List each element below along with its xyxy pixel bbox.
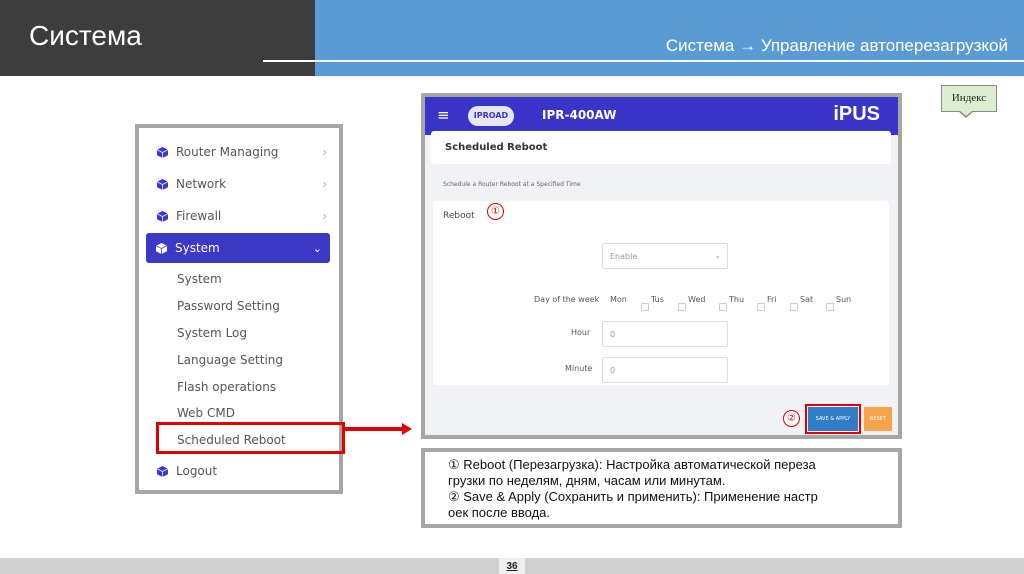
note-line-2: грузки по неделям, дням, часам или минут… — [448, 473, 726, 488]
sidebar-screenshot: Router Managing › Network › Firewall › S… — [135, 124, 345, 494]
submenu-system-log[interactable]: System Log — [177, 326, 247, 340]
day-thu-checkbox[interactable] — [719, 303, 727, 311]
day-thu-label: Thu — [729, 295, 745, 304]
cube-icon — [156, 242, 167, 254]
header-divider — [263, 60, 1024, 62]
hamburger-menu-icon[interactable]: ≡ — [437, 106, 450, 124]
day-tus-checkbox[interactable] — [641, 303, 649, 311]
chevron-right-icon: › — [322, 145, 327, 159]
slide: Система Система → Управление автоперезаг… — [0, 0, 1024, 574]
sidebar-item-firewall[interactable]: Firewall › — [157, 205, 327, 227]
enable-select-value: Enable — [610, 252, 638, 261]
arrow-head-icon — [402, 423, 412, 435]
index-callout-tail-fill — [959, 110, 973, 116]
note-line-1: ① Reboot (Перезагрузка): Настройка автом… — [448, 457, 816, 472]
marker-1: ① — [487, 203, 504, 220]
sidebar-item-label: Firewall — [176, 209, 222, 223]
day-tus-label: Tus — [651, 295, 664, 304]
minute-label: Minute — [565, 364, 593, 373]
chevron-right-icon: › — [322, 177, 327, 191]
router-screenshot: ≡ IPROAD IPR-400AW iPUS Scheduled Reboot… — [421, 93, 902, 439]
router-top-bar: ≡ IPROAD IPR-400AW iPUS — [425, 97, 898, 135]
hour-input[interactable]: 0 — [602, 321, 728, 347]
day-sun-label: Sun — [836, 295, 852, 304]
day-sun-checkbox[interactable] — [826, 303, 834, 311]
note-line-4: оек после ввода. — [448, 505, 550, 520]
header-dark-panel: Система — [0, 0, 315, 76]
sidebar-item-label: Router Managing — [176, 145, 279, 159]
day-wed-checkbox[interactable] — [678, 303, 686, 311]
day-mon-label: Mon — [610, 295, 627, 304]
submenu-system[interactable]: System — [177, 272, 222, 286]
highlight-box — [156, 422, 345, 454]
day-sat-checkbox[interactable] — [790, 303, 798, 311]
note-line-3: ② Save & Apply (Сохранить и применить): … — [448, 489, 818, 504]
index-button[interactable]: Индекс — [941, 85, 997, 112]
router-page-title: Scheduled Reboot — [445, 142, 548, 153]
cube-icon — [157, 178, 168, 190]
cube-icon — [157, 465, 168, 477]
submenu-password-setting[interactable]: Password Setting — [177, 299, 280, 313]
router-title-card: Scheduled Reboot — [431, 131, 891, 164]
submenu-web-cmd[interactable]: Web CMD — [177, 406, 235, 420]
router-description: Schedule a Router Reboot at a Specified … — [443, 181, 581, 188]
cube-icon — [157, 210, 168, 222]
notes-box: ① Reboot (Перезагрузка): Настройка автом… — [421, 448, 902, 528]
chevron-right-icon: › — [322, 209, 327, 223]
sidebar-item-system[interactable]: System ⌄ — [146, 233, 330, 263]
submenu-language-setting[interactable]: Language Setting — [177, 353, 283, 367]
router-model: IPR-400AW — [542, 108, 617, 122]
marker-2: ② — [783, 410, 800, 427]
chevron-down-icon: ⌄ — [312, 241, 322, 255]
sidebar-item-label: System — [175, 241, 220, 255]
sidebar-item-label: Network — [176, 177, 227, 191]
day-fri-checkbox[interactable] — [757, 303, 765, 311]
sidebar-item-logout[interactable]: Logout — [157, 460, 327, 482]
enable-select[interactable]: Enable ⌄ — [602, 243, 728, 269]
reset-button[interactable]: RESET — [864, 407, 892, 431]
submenu-flash-operations[interactable]: Flash operations — [177, 380, 276, 394]
page-number: 36 — [499, 558, 525, 574]
sidebar-item-label: Logout — [176, 464, 218, 478]
day-wed-label: Wed — [688, 295, 706, 304]
router-logo: IPROAD — [468, 106, 514, 126]
day-fri-label: Fri — [767, 295, 777, 304]
brand-logo: iPUS — [833, 103, 880, 125]
chevron-down-icon: ⌄ — [714, 251, 721, 260]
day-sat-label: Sat — [800, 295, 814, 304]
hour-label: Hour — [571, 328, 591, 337]
highlight-box — [805, 404, 861, 434]
reboot-section-label: Reboot — [443, 211, 475, 221]
arrow-right-icon — [343, 427, 403, 431]
sidebar-item-network[interactable]: Network › — [157, 173, 327, 195]
sidebar-item-router-managing[interactable]: Router Managing › — [157, 141, 327, 163]
minute-input[interactable]: 0 — [602, 357, 728, 383]
page-title: Система — [29, 20, 142, 51]
day-of-week-label: Day of the week — [534, 295, 600, 304]
page-subtitle: Система → Управление автоперезагрузкой — [665, 36, 1008, 55]
cube-icon — [157, 146, 168, 158]
